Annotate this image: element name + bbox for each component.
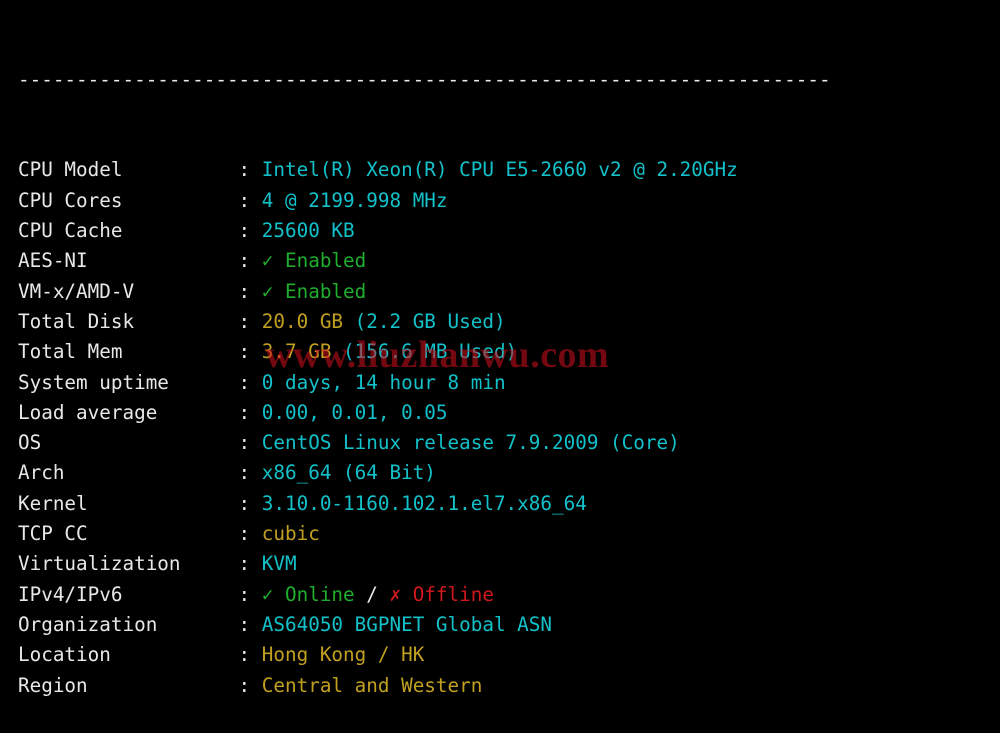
separator-colon: : (227, 461, 262, 484)
rows-value: 4 @ 2199.998 MHz (262, 189, 448, 212)
rows-value: x86_64 (64 Bit) (262, 461, 436, 484)
separator-colon: : (227, 371, 262, 394)
rows-value: Intel(R) Xeon(R) CPU E5-2660 v2 @ 2.20GH… (262, 158, 738, 181)
rows-value: 3.7 GB (262, 340, 343, 363)
separator-colon: : (227, 643, 262, 666)
rows-value: Central and Western (262, 674, 483, 697)
separator-colon: : (227, 583, 262, 606)
separator-colon: : (227, 249, 262, 272)
rows-label: Total Disk (18, 310, 227, 333)
rows-value: cubic (262, 522, 320, 545)
rows-label: CPU Cores (18, 189, 227, 212)
rows-row: CPU Model : Intel(R) Xeon(R) CPU E5-2660… (18, 155, 1000, 185)
rows-label: Location (18, 643, 227, 666)
separator-colon: : (227, 340, 262, 363)
rows-row: CPU Cores : 4 @ 2199.998 MHz (18, 186, 1000, 216)
rows-value: Hong Kong / HK (262, 643, 425, 666)
rows-value: ✓ Enabled (262, 280, 366, 303)
rows-row: OS : CentOS Linux release 7.9.2009 (Core… (18, 428, 1000, 458)
rows-label: Total Mem (18, 340, 227, 363)
rows-label: VM-x/AMD-V (18, 280, 227, 303)
rows-row: Kernel : 3.10.0-1160.102.1.el7.x86_64 (18, 489, 1000, 519)
rows-label: System uptime (18, 371, 227, 394)
rows-value-part: ✓ Online (262, 583, 355, 606)
separator-colon: : (227, 219, 262, 242)
separator-colon: : (227, 280, 262, 303)
separator-colon: : (227, 310, 262, 333)
separator-colon: : (227, 492, 262, 515)
rows-label: TCP CC (18, 522, 227, 545)
rows-row: VM-x/AMD-V : ✓ Enabled (18, 277, 1000, 307)
rows-value: 0 days, 14 hour 8 min (262, 371, 506, 394)
rows-row: Location : Hong Kong / HK (18, 640, 1000, 670)
separator-colon: : (227, 158, 262, 181)
rows-value: 20.0 GB (262, 310, 355, 333)
rows-value: ✓ Enabled (262, 249, 366, 272)
rows-row: IPv4/IPv6 : ✓ Online / ✗ Offline (18, 580, 1000, 610)
rows-value: 25600 KB (262, 219, 355, 242)
rows-label: Region (18, 674, 227, 697)
rows-row: Load average : 0.00, 0.01, 0.05 (18, 398, 1000, 428)
terminal-output: ----------------------------------------… (0, 0, 1000, 733)
rows-row: AES-NI : ✓ Enabled (18, 246, 1000, 276)
divider-top: ----------------------------------------… (18, 65, 1000, 95)
rows-value: KVM (262, 552, 297, 575)
rows-row: Virtualization : KVM (18, 549, 1000, 579)
rows-row: TCP CC : cubic (18, 519, 1000, 549)
rows-label: Load average (18, 401, 227, 424)
rows-value: CentOS Linux release 7.9.2009 (Core) (262, 431, 680, 454)
rows-row: CPU Cache : 25600 KB (18, 216, 1000, 246)
rows-row: Total Mem : 3.7 GB (156.6 MB Used) (18, 337, 1000, 367)
rows-row: Organization : AS64050 BGPNET Global ASN (18, 610, 1000, 640)
separator-colon: : (227, 401, 262, 424)
separator-colon: : (227, 613, 262, 636)
rows-label: Organization (18, 613, 227, 636)
rows-label: Arch (18, 461, 227, 484)
rows-label: AES-NI (18, 249, 227, 272)
rows-label: Kernel (18, 492, 227, 515)
rows-value: 0.00, 0.01, 0.05 (262, 401, 448, 424)
rows-label: IPv4/IPv6 (18, 583, 227, 606)
rows-row: Total Disk : 20.0 GB (2.2 GB Used) (18, 307, 1000, 337)
rows-value: AS64050 BGPNET Global ASN (262, 613, 552, 636)
rows-row: Region : Central and Western (18, 671, 1000, 701)
separator-colon: : (227, 552, 262, 575)
separator-colon: : (227, 431, 262, 454)
rows-label: Virtualization (18, 552, 227, 575)
rows-value: 3.10.0-1160.102.1.el7.x86_64 (262, 492, 587, 515)
separator-colon: : (227, 674, 262, 697)
rows-value-extra: (2.2 GB Used) (355, 310, 506, 333)
rows-value-extra: (156.6 MB Used) (343, 340, 517, 363)
rows-label: CPU Cache (18, 219, 227, 242)
separator-colon: : (227, 189, 262, 212)
rows-row: System uptime : 0 days, 14 hour 8 min (18, 368, 1000, 398)
rows-label: OS (18, 431, 227, 454)
rows-value-part: / (355, 583, 390, 606)
rows-value-part: ✗ Offline (389, 583, 493, 606)
rows-label: CPU Model (18, 158, 227, 181)
rows-row: Arch : x86_64 (64 Bit) (18, 458, 1000, 488)
separator-colon: : (227, 522, 262, 545)
